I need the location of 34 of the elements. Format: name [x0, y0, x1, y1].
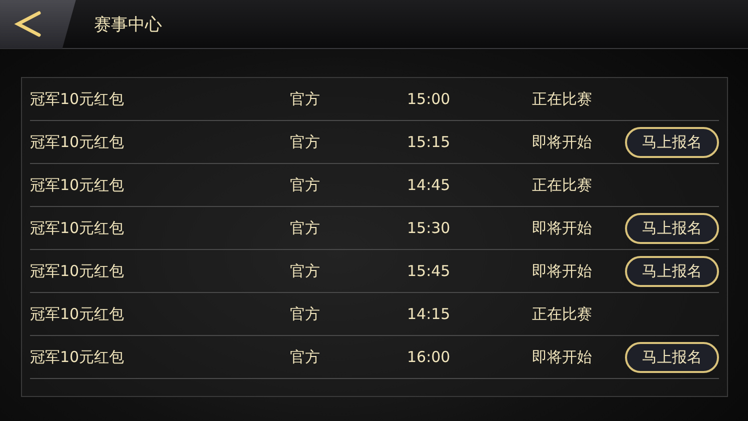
start-time: 15:30	[407, 219, 452, 237]
organizer-text: 官方	[290, 176, 321, 194]
match-status: 正在比赛	[532, 304, 593, 324]
match-name: 冠军10元红包	[30, 132, 126, 152]
signup-button[interactable]: 马上报名	[625, 342, 719, 372]
organizer-text: 官方	[290, 348, 321, 366]
match-status: 即将开始	[532, 348, 593, 366]
organizer-text: 官方	[290, 304, 321, 324]
page-title: 赛事中心	[94, 14, 162, 36]
signup-button[interactable]: 马上报名	[625, 212, 719, 244]
organizer-text: 官方	[290, 262, 321, 280]
match-status: 即将开始	[532, 218, 593, 238]
signup-button[interactable]: 马上报名	[625, 126, 719, 158]
organizer-text: 官方	[290, 218, 321, 238]
back-button[interactable]	[0, 0, 76, 48]
match-name: 冠军10元红包	[30, 90, 126, 108]
match-status: 正在比赛	[532, 176, 593, 194]
start-time: 14:45	[407, 176, 452, 194]
match-name: 冠军10元红包	[30, 262, 126, 280]
signup-button[interactable]: 马上报名	[625, 256, 719, 286]
match-status: 即将开始	[532, 262, 593, 280]
organizer-text: 官方	[290, 132, 321, 152]
match-name: 冠军10元红包	[30, 304, 126, 324]
match-status: 即将开始	[532, 132, 593, 152]
match-name: 冠军10元红包	[30, 218, 126, 238]
start-time: 15:45	[407, 262, 452, 280]
match-status: 正在比赛	[532, 90, 593, 108]
start-time: 16:00	[407, 348, 452, 366]
start-time: 15:15	[407, 133, 452, 151]
match-name: 冠军10元红包	[30, 176, 126, 194]
start-time: 14:15	[407, 305, 452, 323]
start-time: 15:00	[407, 90, 452, 108]
organizer-text: 官方	[290, 90, 321, 108]
match-name: 冠军10元红包	[30, 348, 126, 366]
